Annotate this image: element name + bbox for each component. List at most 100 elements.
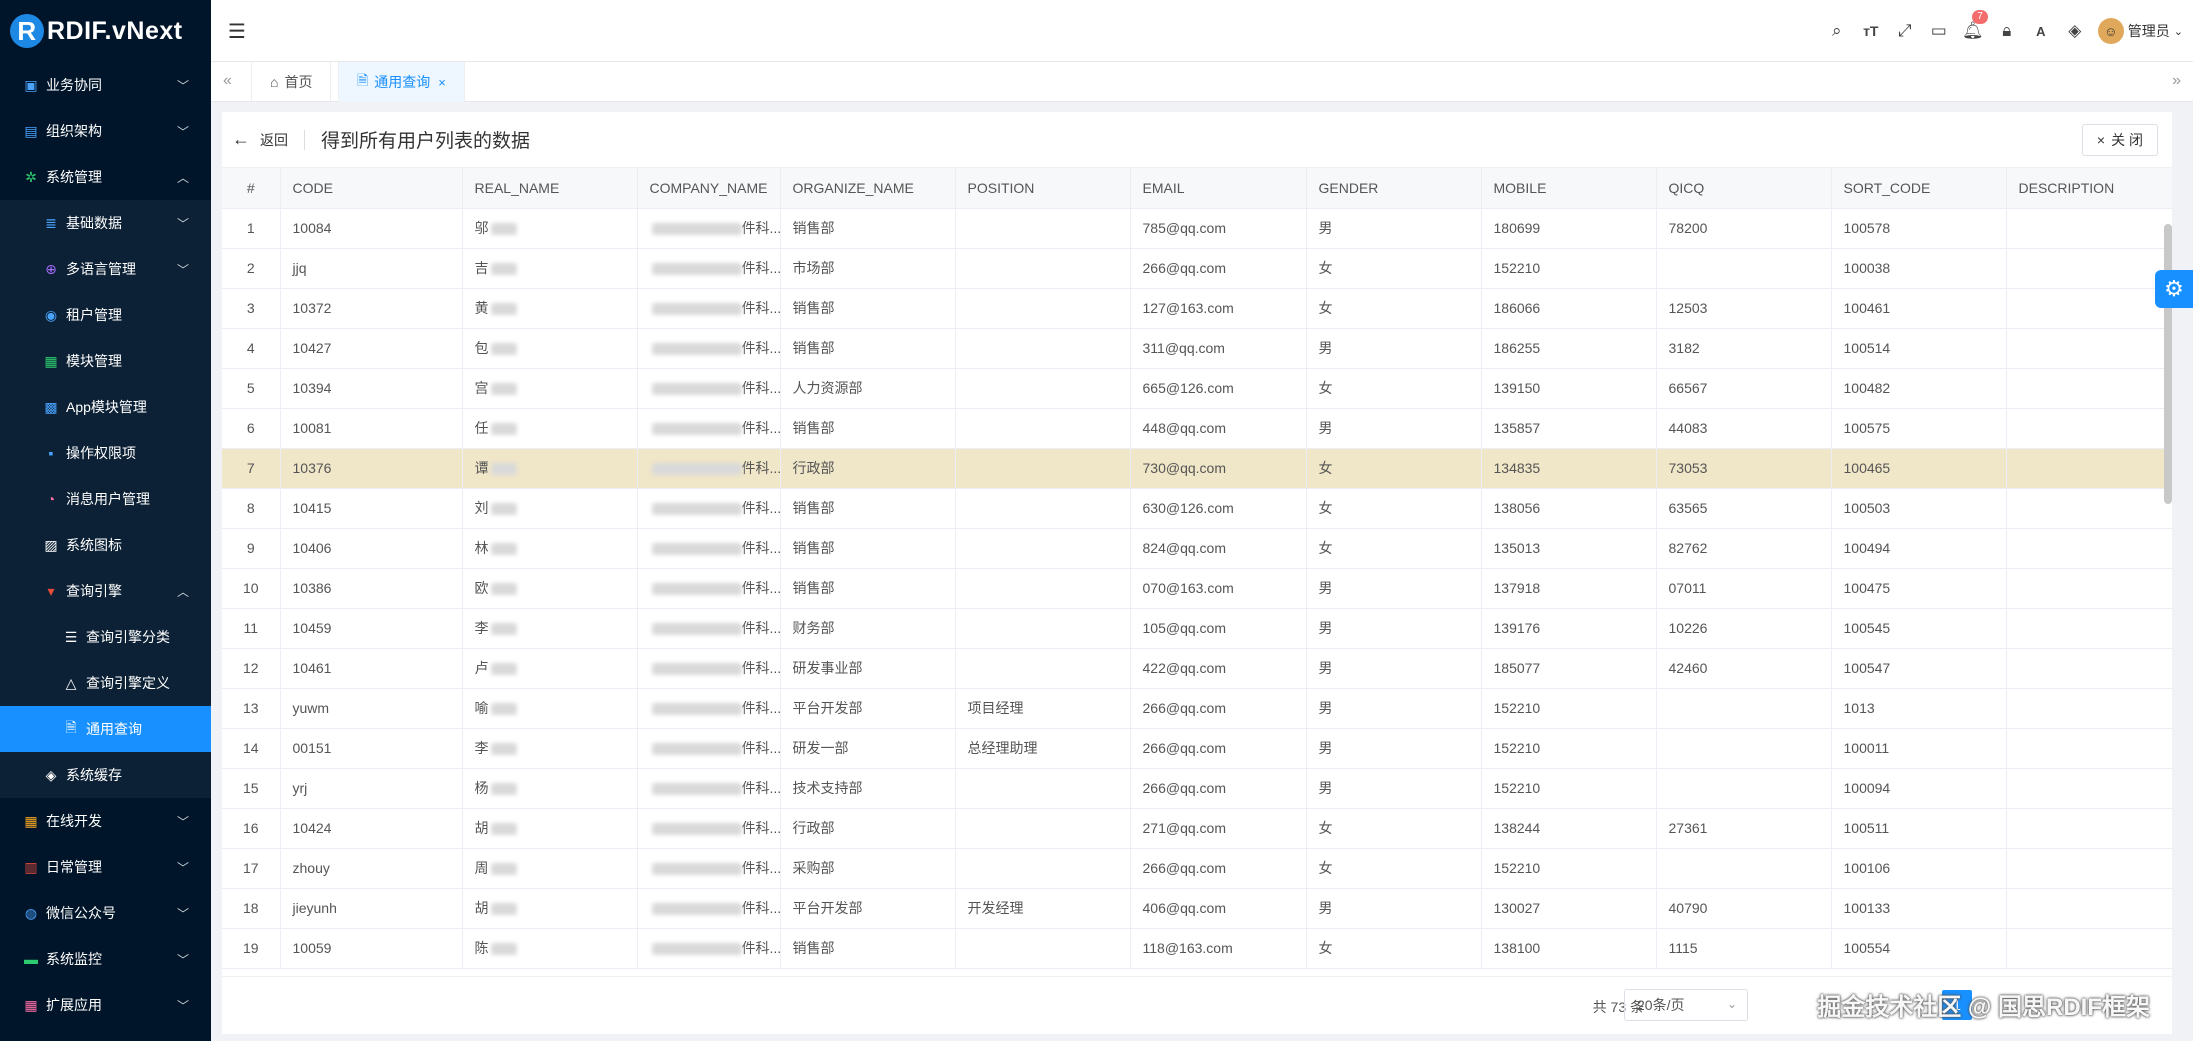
sidebar-item[interactable]: ◍ 微信公众号 ﹀ (0, 890, 211, 936)
font-size-icon[interactable]: тT (1854, 16, 1888, 46)
masked-value (490, 823, 517, 836)
table-cell (2006, 448, 2172, 489)
tab-label: 通用查询 (374, 74, 431, 90)
chevron-down-icon: ﹀ (176, 999, 189, 1013)
column-header[interactable]: GENDER (1306, 168, 1482, 209)
cell-text: 件科... (741, 740, 780, 756)
tabs-scroll-left-icon[interactable]: « (223, 72, 232, 90)
table-cell: 女 (1306, 288, 1482, 329)
sidebar-item[interactable]: ▬ 系统监控 ﹀ (0, 936, 211, 982)
sidebar-item[interactable]: ◉ 租户管理 (0, 292, 211, 338)
sidebar-item[interactable]: ▦ 在线开发 ﹀ (0, 798, 211, 844)
table-cell: 件科... (637, 208, 781, 249)
table-cell: 100578 (1831, 208, 2007, 249)
table-cell (955, 808, 1131, 849)
table-row[interactable]: 5 10394 宫 件科... 人力资源部 665@126.com 女 139150 66567… (222, 368, 2172, 409)
cell-text: 07011 (1668, 580, 1707, 596)
sidebar-item[interactable]: ▨ 系统图标 (0, 522, 211, 568)
sidebar-item[interactable]: ≣ 基础数据 ﹀ (0, 200, 211, 246)
bell-icon[interactable]: 🔔︎ 7 (1956, 10, 1990, 46)
sidebar-item[interactable]: ▥ 日常管理 ﹀ (0, 844, 211, 890)
table-row[interactable]: 13 yuwm 喻 件科... 平台开发部 项目经理 266@qq.com 男 152210 10… (222, 688, 2172, 729)
table-row[interactable]: 2 jjq 吉 件科... 市场部 266@qq.com 女 152210 100038 (222, 248, 2172, 289)
table-row[interactable]: 14 00151 李 件科... 研发一部 总经理助理 266@qq.com 男 152210 1… (222, 728, 2172, 769)
sidebar-item[interactable]: ◔ 消息用户管理 (0, 476, 211, 522)
column-header[interactable]: SORT_CODE (1831, 168, 2007, 209)
table-cell: 男 (1306, 608, 1482, 649)
cell-text: 邬 (474, 220, 489, 236)
column-header[interactable]: # (222, 168, 281, 209)
column-header[interactable]: COMPANY_NAME (637, 168, 781, 209)
sidebar-item[interactable]: ☰ 查询引擎分类 (0, 614, 211, 660)
back-button[interactable]: ← 返回 (232, 129, 288, 150)
cell-text: 266@qq.com (1142, 700, 1226, 716)
table-row[interactable]: 7 10376 谭 件科... 行政部 730@qq.com 女 134835 73053 100… (222, 448, 2172, 489)
table-cell: 10406 (280, 528, 463, 569)
table-row[interactable]: 18 jieyunh 胡 件科... 平台开发部 开发经理 406@qq.com 男 13002… (222, 888, 2172, 929)
vertical-scrollbar[interactable] (2164, 224, 2172, 504)
close-button[interactable]: × 关 闭 (2081, 124, 2158, 156)
table-cell (2006, 248, 2172, 289)
sidebar-item[interactable]: 🗎︎ 通用查询 (0, 706, 211, 752)
column-header[interactable]: ORGANIZE_NAME (780, 168, 956, 209)
sidebar-item[interactable]: ▣ 业务协同 ﹀ (0, 62, 211, 108)
table-row[interactable]: 16 10424 胡 件科... 行政部 271@qq.com 女 138244 27361 10… (222, 808, 2172, 849)
table-row[interactable]: 8 10415 刘 件科... 销售部 630@126.com 女 138056 63565 10… (222, 488, 2172, 529)
column-header[interactable]: CODE (280, 168, 463, 209)
table-cell: 42460 (1656, 648, 1832, 689)
column-header[interactable]: DESCRIPTION (2006, 168, 2172, 209)
table-cell (1656, 768, 1832, 809)
cell-text: 42460 (1668, 660, 1708, 676)
logo[interactable]: R RDIF.vNext (0, 0, 211, 62)
search-icon[interactable]: ⌕ (1820, 16, 1854, 46)
close-icon: × (2096, 132, 2106, 148)
page-size-select[interactable]: 20条/页 ⌄ (1624, 989, 1748, 1021)
table-row[interactable]: 17 zhouy 周 件科... 采购部 266@qq.com 女 152210 100106 (222, 848, 2172, 889)
fullscreen-icon[interactable]: ⤢ (1888, 16, 1922, 46)
table-row[interactable]: 4 10427 包 件科... 销售部 311@qq.com 男 186255 3182 1005… (222, 328, 2172, 369)
table-row[interactable]: 3 10372 黄 件科... 销售部 127@163.com 女 186066 12503 10… (222, 288, 2172, 329)
settings-gear-icon[interactable]: ⚙ (2155, 270, 2193, 308)
lock-icon[interactable]: 🔒︎ (1990, 16, 2024, 46)
sidebar-item[interactable]: ✲ 系统管理 ︿ (0, 154, 211, 200)
message-icon[interactable]: ▭ (1922, 16, 1956, 46)
table-cell: 3182 (1656, 328, 1832, 369)
table-cell (955, 408, 1131, 449)
table-row[interactable]: 1 10084 邬 件科... 销售部 785@qq.com 男 180699 78200 100… (222, 208, 2172, 249)
table-row[interactable]: 11 10459 李 件科... 财务部 105@qq.com 男 139176 10226 10… (222, 608, 2172, 649)
close-tab-icon[interactable]: × (438, 75, 446, 90)
tab-general-query[interactable]: 🗎︎ 通用查询 × (338, 62, 465, 102)
sidebar-item[interactable]: ▩ App模块管理 (0, 384, 211, 430)
column-header[interactable]: POSITION (955, 168, 1131, 209)
table-row[interactable]: 15 yrj 杨 件科... 技术支持部 266@qq.com 男 152210 100094 (222, 768, 2172, 809)
table-cell (955, 768, 1131, 809)
user-menu[interactable]: ☺ 管理员 ⌄ (2097, 18, 2183, 44)
column-header[interactable]: MOBILE (1481, 168, 1657, 209)
sidebar-item[interactable]: ▤ 组织架构 ﹀ (0, 108, 211, 154)
sidebar-item[interactable]: ▪ 操作权限项 (0, 430, 211, 476)
tabs-scroll-right-icon[interactable]: » (2172, 72, 2181, 90)
table-row[interactable]: 9 10406 林 件科... 销售部 824@qq.com 女 135013 82762 100… (222, 528, 2172, 569)
table-row[interactable]: 12 10461 卢 件科... 研发事业部 422@qq.com 男 185077 42460… (222, 648, 2172, 689)
table-row[interactable]: 19 10059 陈 件科... 销售部 118@163.com 女 138100 1115 10… (222, 928, 2172, 969)
menu-toggle-icon[interactable]: ☰ (228, 19, 246, 44)
sidebar-item[interactable]: ◈ 系统缓存 (0, 752, 211, 798)
cube-icon[interactable]: ◈ (2058, 16, 2092, 46)
table-row[interactable]: 6 10081 任 件科... 销售部 448@qq.com 男 135857 44083 100… (222, 408, 2172, 449)
sidebar-item[interactable]: ▾ 查询引擎 ︿ (0, 568, 211, 614)
sidebar-item[interactable]: ⊕ 多语言管理 ﹀ (0, 246, 211, 292)
sidebar-item[interactable]: ▦ 扩展应用 ﹀ (0, 982, 211, 1028)
table-cell (2006, 928, 2172, 969)
cell-text: 266@qq.com (1142, 260, 1226, 276)
table-cell: 07011 (1656, 568, 1832, 609)
table-row[interactable]: 10 10386 欧 件科... 销售部 070@163.com 男 137918 07011 1… (222, 568, 2172, 609)
table-cell: 00151 (280, 728, 463, 769)
header-toolbar: ⌕ тT ⤢ ▭ 🔔︎ 7 🔒︎ A ◈ ☺ 管理员 ⌄ (1820, 10, 2183, 46)
column-header[interactable]: EMAIL (1130, 168, 1307, 209)
language-icon[interactable]: A (2024, 16, 2058, 46)
column-header[interactable]: QICQ (1656, 168, 1832, 209)
tab-home[interactable]: ⌂ 首页 (251, 62, 332, 102)
column-header[interactable]: REAL_NAME (462, 168, 638, 209)
sidebar-item[interactable]: △ 查询引擎定义 (0, 660, 211, 706)
sidebar-item[interactable]: ▦ 模块管理 (0, 338, 211, 384)
